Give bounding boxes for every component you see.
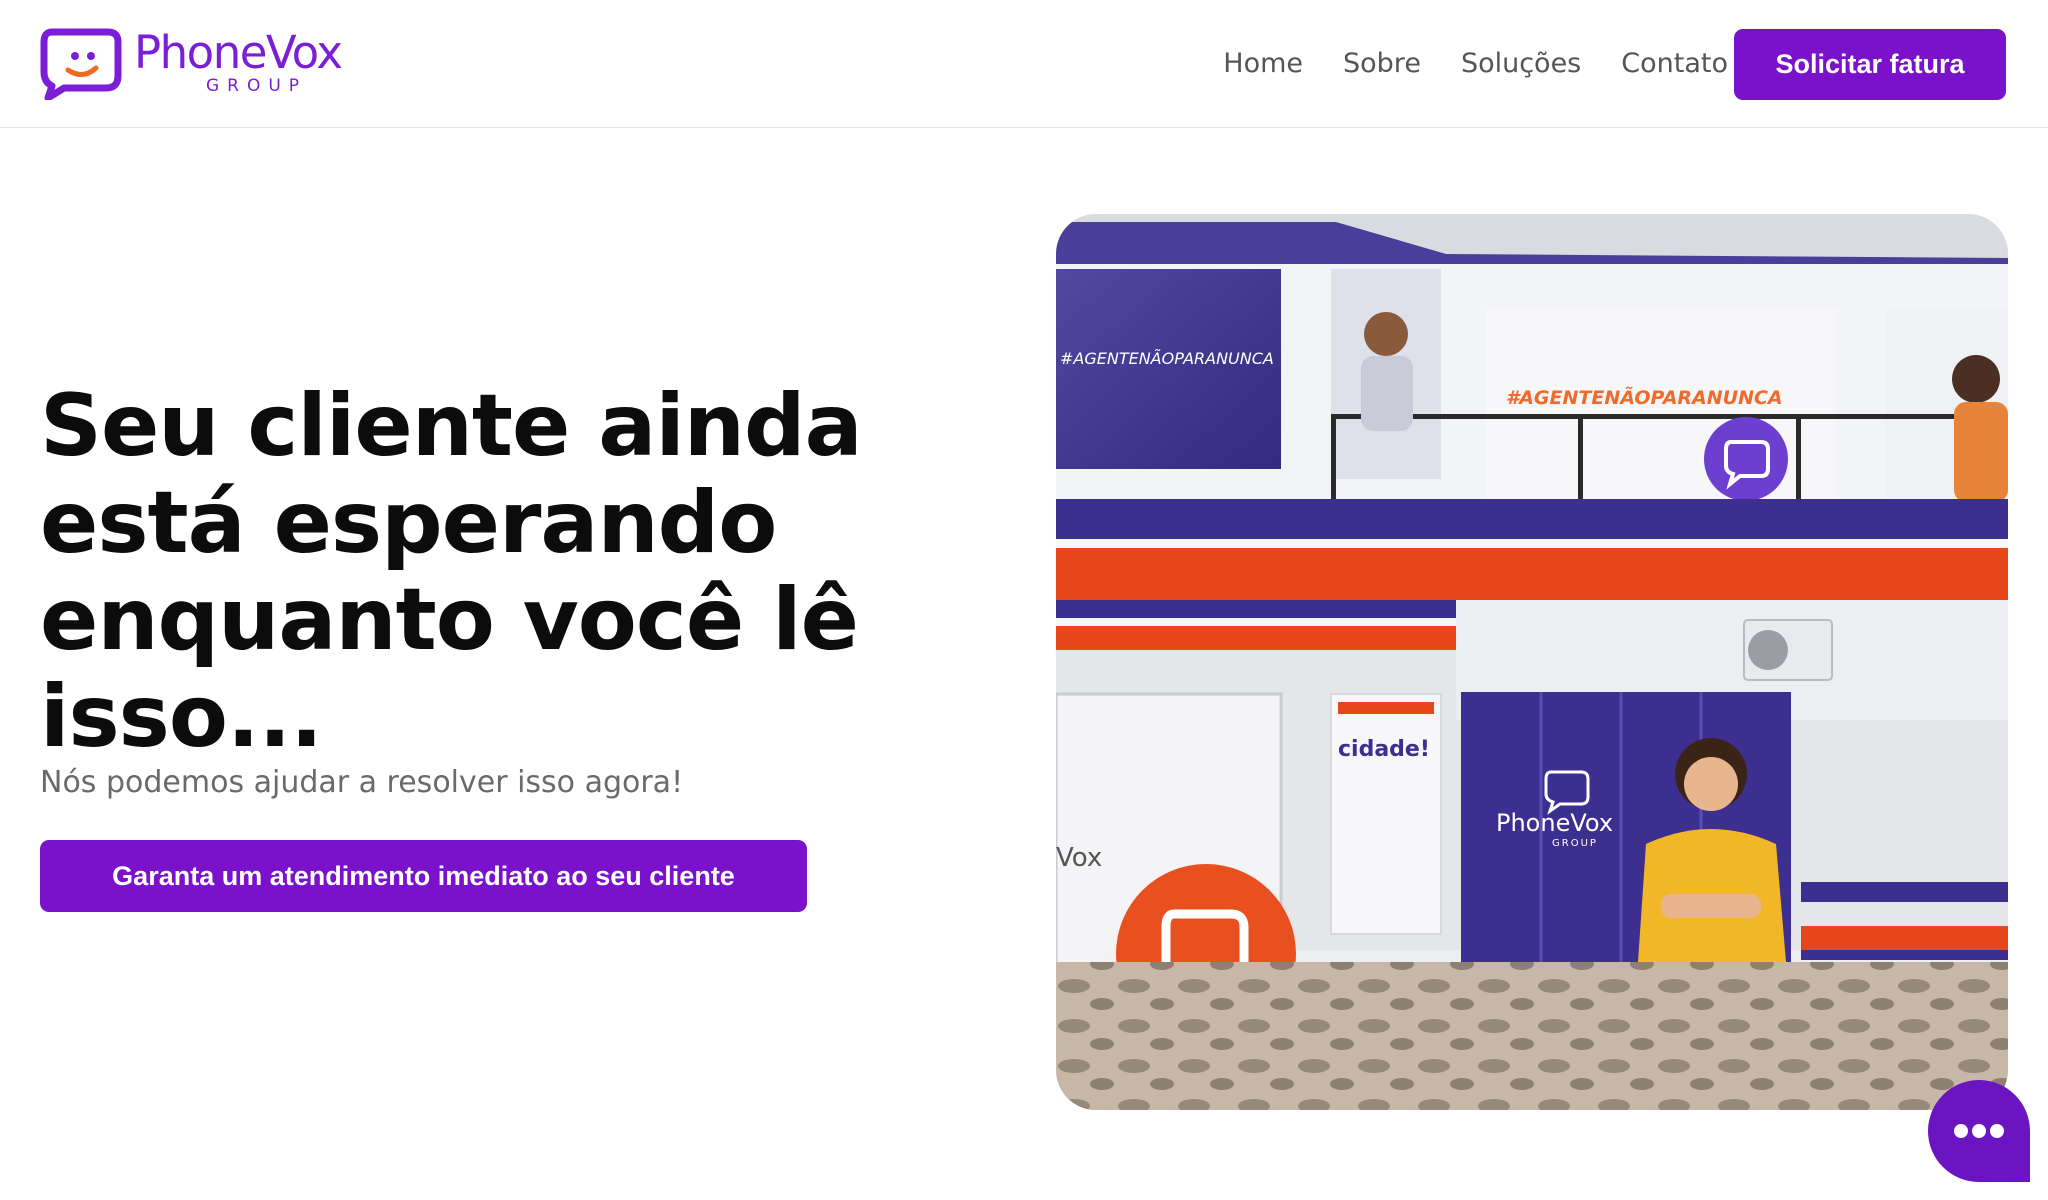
request-invoice-button[interactable]: Solicitar fatura bbox=[1734, 29, 2006, 100]
storefront-wall-text: Vox bbox=[1056, 843, 1102, 873]
storefront-illustration: #AGENTENÃOPARANUNCA #AGENTENÃOPARANUNCA … bbox=[1056, 214, 2008, 1110]
logo-wordmark: PhoneVox bbox=[134, 26, 343, 79]
storefront-poster-text: cidade! bbox=[1338, 737, 1430, 762]
phonevox-logo-icon bbox=[40, 28, 122, 100]
nav-sobre[interactable]: Sobre bbox=[1343, 46, 1421, 82]
storefront-hashtag-right: #AGENTENÃOPARANUNCA bbox=[1506, 385, 1783, 409]
logo[interactable]: PhoneVox GROUP bbox=[38, 26, 398, 102]
storefront-hashtag-left: #AGENTENÃOPARANUNCA bbox=[1060, 349, 1274, 368]
nav-contato[interactable]: Contato bbox=[1621, 46, 1728, 82]
nav-home[interactable]: Home bbox=[1223, 46, 1303, 82]
storefront-door-sub: GROUP bbox=[1552, 838, 1598, 849]
site-header: PhoneVox GROUP Home Sobre Soluções Conta… bbox=[0, 0, 2048, 128]
main-nav: Home Sobre Soluções Contato bbox=[1223, 46, 1728, 82]
logo-subtitle: GROUP bbox=[206, 76, 308, 96]
chat-dots-icon bbox=[1954, 1124, 2004, 1138]
hero-cta-button[interactable]: Garanta um atendimento imediato ao seu c… bbox=[40, 840, 807, 912]
hero-subtitle: Nós podemos ajudar a resolver isso agora… bbox=[40, 765, 684, 800]
storefront-photo: #AGENTENÃOPARANUNCA #AGENTENÃOPARANUNCA … bbox=[1056, 214, 2008, 1110]
chat-widget-button[interactable] bbox=[1928, 1080, 2030, 1182]
storefront-door-brand: PhoneVox bbox=[1496, 809, 1613, 837]
hero-title: Seu cliente ainda está esperando enquant… bbox=[40, 376, 863, 767]
nav-solucoes[interactable]: Soluções bbox=[1461, 46, 1581, 82]
